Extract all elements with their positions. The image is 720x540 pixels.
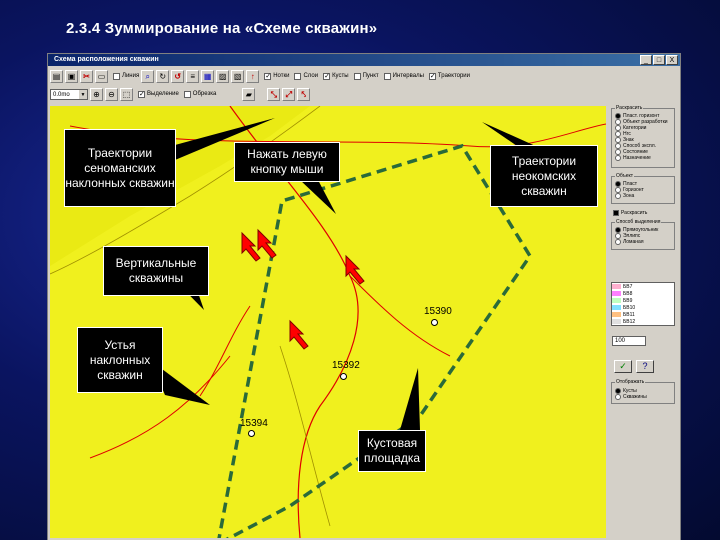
check-punkt[interactable]: Пункт	[353, 72, 379, 80]
maximize-button[interactable]: □	[653, 55, 665, 65]
legend-item[interactable]: БВ9	[612, 297, 674, 304]
legend-item[interactable]: БВ12	[612, 318, 674, 325]
rotate-icon[interactable]: ↻	[156, 69, 170, 83]
legend-list[interactable]: БВ7 БВ8 БВ9 БВ10 БВ11 БВ12	[611, 282, 675, 326]
slide-title: 2.3.4 Зуммирование на «Схеме скважин»	[66, 20, 378, 37]
radio-option[interactable]: Ломаная	[615, 239, 674, 245]
save-icon[interactable]: ▣	[65, 69, 78, 83]
folder-icon[interactable]: ▰	[242, 87, 256, 101]
legend-item[interactable]: БВ8	[612, 290, 674, 297]
layer-icon[interactable]: ▭	[95, 69, 108, 83]
callout-click: Нажать левую кнопку мыши	[234, 142, 340, 182]
callout-neokom: Траектории неокомских скважин	[490, 145, 598, 207]
close-button[interactable]: X	[666, 55, 678, 65]
check-sloi[interactable]: Слои	[294, 72, 318, 80]
tool-c-icon[interactable]: ⤣	[297, 87, 311, 101]
well-marker[interactable]	[431, 319, 438, 326]
zoom-out-icon[interactable]: ⊖	[105, 87, 118, 101]
right-panel: Раскрасить Пласт. горизонт Объект разраб…	[608, 105, 678, 538]
well-label: 15390	[424, 306, 452, 317]
well-label: 15392	[332, 360, 360, 371]
check-intervals[interactable]: Интервалы	[383, 72, 424, 80]
radio-option[interactable]: Зона	[615, 193, 674, 199]
refresh-icon[interactable]: ↺	[171, 69, 185, 83]
toolbar-main: ▤ ▣ ✂ ▭ Линия ⌕ ↻ ↺ ≡ ▦ ▨ ▧ ↑ ✓ Нотки Сло…	[50, 68, 470, 84]
check-kusty[interactable]: ✓ Кусты	[323, 72, 349, 80]
check-box[interactable]	[113, 72, 120, 80]
callout-cenoman: Траектории сеноманских наклонных скважин	[64, 129, 176, 207]
ok-button[interactable]: ✓	[614, 360, 632, 373]
cut-icon[interactable]: ✂	[80, 69, 93, 83]
display-group: Отображать Кусты Скважины	[611, 379, 675, 404]
window-titlebar: Схема расположения скважин _ □ X	[48, 54, 680, 66]
radio-option[interactable]: Назначение	[615, 155, 674, 161]
well-label: 15394	[240, 418, 268, 429]
legend-item[interactable]: БВ11	[612, 311, 674, 318]
grid-icon[interactable]: ▦	[201, 69, 215, 83]
radio-option[interactable]: Скважины	[615, 394, 674, 400]
zoom-in-icon[interactable]: ⊕	[90, 87, 103, 101]
arrow-up-icon[interactable]: ↑	[246, 69, 260, 83]
chevron-down-icon[interactable]: ▼	[79, 89, 87, 99]
toolbar-secondary: 0.0mo ▼ ⊕ ⊖ ⬚ ✓ Выделение Обрезка ▰ ⤡ ⤢ ⤣	[50, 86, 311, 102]
check-selection[interactable]: ✓ Выделение	[138, 90, 179, 98]
object-group: Объект Пласт Горизонт Зона	[611, 173, 675, 204]
zoom-icon[interactable]: ⌕	[141, 69, 155, 83]
color-by-group: Раскрасить Пласт. горизонт Объект разраб…	[611, 105, 675, 168]
window-title: Схема расположения скважин	[54, 56, 159, 63]
check-colorize[interactable]: Раскрасить	[613, 210, 647, 216]
wells-icon[interactable]: ≡	[186, 69, 200, 83]
legend-item[interactable]: БВ10	[612, 304, 674, 311]
tool-a-icon[interactable]: ⤡	[267, 87, 281, 101]
check-notki[interactable]: ✓ Нотки	[264, 72, 289, 80]
selection-method-group: Способ выделения Прямоугольник Эллипс Ло…	[611, 219, 675, 250]
callout-pad: Кустовая площадка	[358, 430, 426, 472]
legend-item[interactable]: БВ7	[612, 283, 674, 290]
pattern-icon[interactable]: ▧	[231, 69, 245, 83]
tool-b-icon[interactable]: ⤢	[282, 87, 296, 101]
color-combo[interactable]: 0.0mo ▼	[50, 88, 88, 100]
minimize-button[interactable]: _	[640, 55, 652, 65]
hatch-icon[interactable]: ▨	[216, 69, 230, 83]
toolbar-check-line[interactable]: Линия	[113, 72, 139, 80]
check-crop[interactable]: Обрезка	[183, 90, 216, 98]
callout-vertical: Вертикальные скважины	[103, 246, 209, 296]
well-marker[interactable]	[340, 373, 347, 380]
help-button[interactable]: ?	[636, 360, 654, 373]
count-field[interactable]: 100	[612, 336, 646, 346]
check-trajectories[interactable]: ✓ Траектории	[428, 72, 470, 80]
open-icon[interactable]: ▤	[50, 69, 63, 83]
select-icon[interactable]: ⬚	[120, 87, 133, 101]
callout-heads: Устья наклонных скважин	[77, 327, 163, 393]
well-marker[interactable]	[248, 430, 255, 437]
